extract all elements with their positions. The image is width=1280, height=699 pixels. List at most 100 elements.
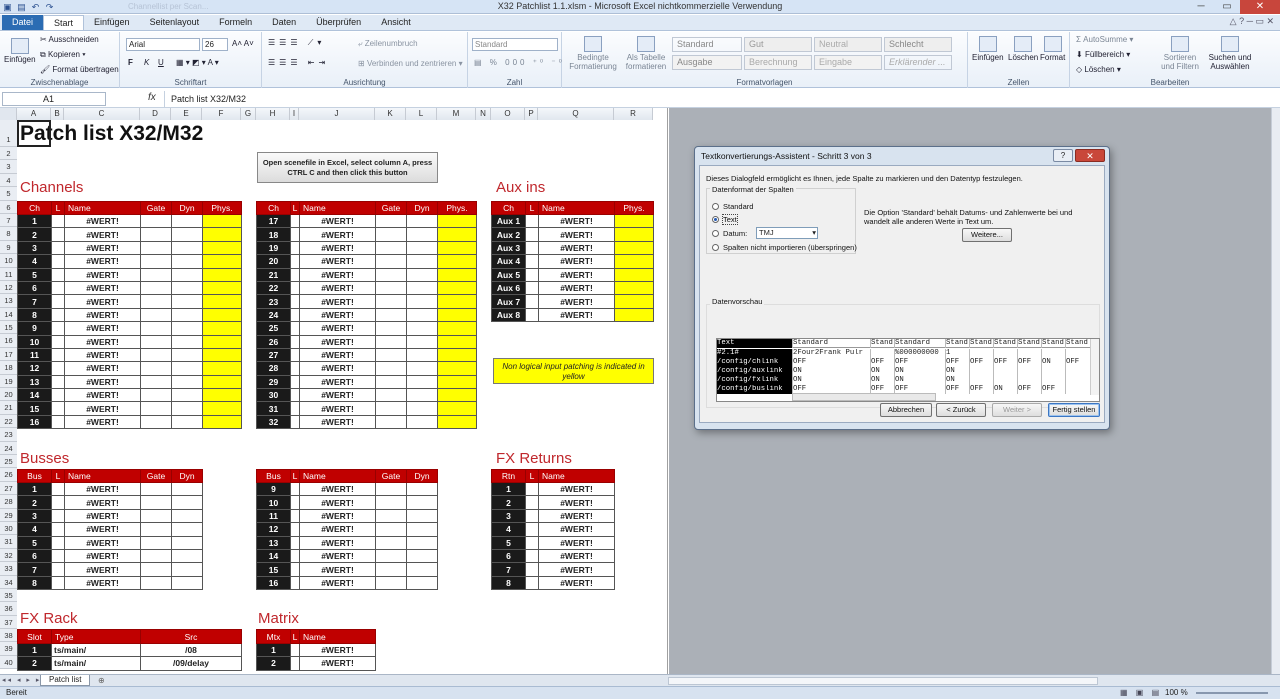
table-cell[interactable] [290, 656, 300, 671]
fx-return-number[interactable]: 4 [491, 522, 526, 537]
table-cell[interactable] [406, 414, 438, 430]
table-cell[interactable] [51, 334, 65, 349]
channel-number[interactable]: 30 [256, 388, 291, 403]
channel-name[interactable]: #WERT! [64, 240, 141, 256]
preview-cell[interactable] [969, 348, 993, 358]
radio-skip-column[interactable]: Spalten nicht importieren (überspringen) [712, 243, 857, 252]
bus-number[interactable]: 6 [17, 548, 52, 564]
channel-name[interactable]: #WERT! [299, 374, 376, 390]
preview-cell[interactable]: OFF [1017, 357, 1041, 367]
channel-name[interactable]: #WERT! [64, 227, 141, 242]
table-cell[interactable] [525, 575, 539, 591]
bus-name[interactable]: #WERT! [64, 481, 141, 497]
table-cell[interactable] [406, 374, 438, 390]
table-cell[interactable] [51, 374, 65, 390]
tab-seitenlayout[interactable]: Seitenlayout [140, 15, 210, 30]
tab-daten[interactable]: Daten [262, 15, 306, 30]
preview-cell[interactable] [969, 366, 993, 376]
channel-number[interactable]: 16 [17, 414, 52, 430]
aux-name[interactable]: #WERT! [538, 213, 615, 229]
row-header[interactable]: 7 [0, 213, 17, 228]
preview-cell[interactable]: Stand [1065, 339, 1093, 348]
aux-name[interactable]: #WERT! [538, 267, 615, 282]
matrix-number[interactable]: 1 [256, 642, 291, 658]
table-cell[interactable] [375, 227, 407, 242]
table-cell[interactable] [140, 401, 172, 416]
table-cell[interactable] [290, 388, 300, 403]
phys-cell[interactable] [202, 307, 242, 323]
channel-number[interactable]: 1 [17, 213, 52, 229]
preview-cell[interactable]: #2.1# [717, 348, 792, 358]
table-cell[interactable] [171, 267, 203, 282]
column-header[interactable]: A [17, 108, 51, 120]
table-cell[interactable] [140, 227, 172, 242]
table-cell[interactable] [171, 374, 203, 390]
preview-vertical-scrollbar[interactable] [1090, 339, 1099, 395]
preview-cell[interactable]: OFF [969, 357, 993, 367]
table-cell[interactable] [140, 267, 172, 282]
bus-name[interactable]: #WERT! [299, 535, 376, 550]
row-header[interactable]: 4 [0, 173, 17, 188]
channel-name[interactable]: #WERT! [64, 280, 141, 296]
style-standard[interactable]: Standard [672, 37, 742, 52]
matrix-name[interactable]: #WERT! [299, 656, 376, 671]
channel-name[interactable]: #WERT! [64, 347, 141, 363]
bus-number[interactable]: 10 [256, 495, 291, 510]
italic-button[interactable]: K [144, 58, 149, 67]
preview-cell[interactable]: Stand [870, 339, 894, 348]
phys-cell[interactable] [437, 361, 477, 376]
next-button[interactable]: Weiter > [992, 403, 1042, 417]
table-cell[interactable] [171, 388, 203, 403]
aux-number[interactable]: Aux 2 [491, 227, 526, 242]
row-header[interactable]: 33 [0, 562, 17, 576]
phys-cell[interactable] [614, 267, 654, 282]
table-cell[interactable] [406, 361, 438, 376]
channel-number[interactable]: 20 [256, 254, 291, 269]
row-header[interactable]: 9 [0, 240, 17, 255]
fx-slot-number[interactable]: 2 [17, 656, 52, 671]
row-header[interactable]: 2 [0, 147, 17, 161]
vertical-scrollbar[interactable] [1271, 108, 1280, 674]
fx-type[interactable]: ts/main/ [51, 656, 141, 671]
preview-cell[interactable]: /config/buslink [717, 385, 792, 395]
table-cell[interactable] [140, 240, 172, 256]
row-header[interactable]: 16 [0, 334, 17, 348]
channel-number[interactable]: 10 [17, 334, 52, 349]
channel-number[interactable]: 6 [17, 280, 52, 296]
preview-cell[interactable]: OFF [1041, 385, 1065, 395]
fx-icon[interactable]: fx [148, 92, 156, 103]
phys-cell[interactable] [437, 388, 477, 403]
fx-src[interactable]: /09/delay [140, 656, 242, 671]
row-header[interactable]: 39 [0, 642, 17, 656]
data-preview[interactable]: Text Standard Stand Standard Stand Stand Stand… [716, 338, 1100, 402]
channel-name[interactable]: #WERT! [64, 361, 141, 376]
radio-text[interactable]: Text [712, 214, 738, 225]
table-cell[interactable] [171, 495, 203, 510]
number-format-select[interactable]: Standard [472, 38, 558, 51]
channel-name[interactable]: #WERT! [299, 388, 376, 403]
table-cell[interactable] [290, 240, 300, 256]
column-header[interactable]: D [140, 108, 171, 120]
table-cell[interactable] [525, 280, 539, 296]
style-berechnung[interactable]: Berechnung [744, 55, 812, 70]
phys-cell[interactable] [437, 414, 477, 430]
table-cell[interactable] [375, 280, 407, 296]
preview-cell[interactable] [1065, 348, 1093, 358]
preview-cell[interactable] [993, 366, 1017, 376]
style-schlecht[interactable]: Schlecht [884, 37, 952, 52]
column-header[interactable]: O [491, 108, 525, 120]
channel-name[interactable]: #WERT! [64, 254, 141, 269]
row-header[interactable]: 14 [0, 307, 17, 322]
fx-return-name[interactable]: #WERT! [538, 562, 615, 577]
channel-number[interactable]: 27 [256, 347, 291, 363]
preview-cell[interactable]: Stand [969, 339, 993, 348]
bus-number[interactable]: 2 [17, 495, 52, 510]
table-cell[interactable] [525, 548, 539, 564]
radio-standard[interactable]: Standard [712, 202, 753, 211]
phys-cell[interactable] [202, 388, 242, 403]
aux-number[interactable]: Aux 1 [491, 213, 526, 229]
table-cell[interactable] [51, 227, 65, 242]
column-header[interactable]: M [437, 108, 476, 120]
sheet-tab-patch-list[interactable]: Patch list [40, 675, 91, 686]
table-cell[interactable] [140, 254, 172, 269]
